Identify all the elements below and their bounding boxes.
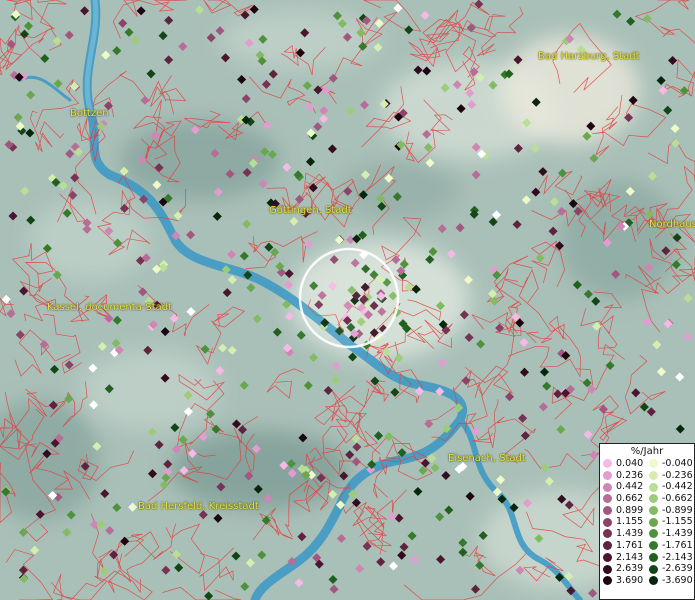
- place-label-bad-hersfeld: Bad Hersfeld, Kreisstadt: [138, 501, 259, 512]
- legend-entry-positive: 0.236: [600, 470, 646, 482]
- legend-value: -1.155: [662, 516, 693, 528]
- legend-swatch: [603, 494, 612, 504]
- legend-row: 3.690 -3.690: [600, 575, 694, 587]
- legend-value: -0.236: [662, 469, 693, 481]
- legend-value: 1.155: [616, 516, 644, 528]
- legend-row: 1.155 -1.155: [600, 516, 694, 528]
- legend-value: 1.761: [616, 539, 644, 551]
- place-label-bad-harzburg: Bad Harzburg, Stadt: [538, 51, 640, 62]
- legend-value: 2.143: [616, 551, 644, 563]
- legend-value: 2.639: [616, 563, 644, 575]
- legend-swatch: [649, 506, 658, 516]
- search-circle[interactable]: [298, 247, 400, 349]
- legend-value: 0.442: [616, 481, 644, 493]
- legend-entry-positive: 2.143: [600, 552, 646, 564]
- legend-swatch: [603, 552, 612, 562]
- legend-entry-negative: -1.155: [646, 516, 693, 528]
- place-label-kassel: Kassel, documenta-Stadt: [47, 302, 173, 313]
- legend-swatch: [649, 552, 658, 562]
- legend-value: -3.690: [662, 574, 693, 586]
- legend-row: 0.662 -0.662: [600, 493, 694, 505]
- legend-swatch: [649, 517, 658, 527]
- legend-entry-positive: 0.899: [600, 505, 646, 517]
- legend-swatch: [649, 541, 658, 551]
- legend-swatch: [603, 576, 612, 586]
- legend-entry-positive: 2.639: [600, 563, 646, 575]
- place-label-goettingen: Göttingen, Stadt: [269, 205, 352, 216]
- legend-swatch: [649, 576, 658, 586]
- legend-swatch: [603, 459, 612, 469]
- legend-value: 0.236: [616, 469, 644, 481]
- legend-row: 2.639 -2.639: [600, 563, 694, 575]
- legend-row: 0.442 -0.442: [600, 481, 694, 493]
- legend-value: 0.899: [616, 504, 644, 516]
- map-canvas[interactable]: [0, 0, 695, 600]
- legend-entry-negative: -2.143: [646, 551, 693, 564]
- legend-value: -1.761: [662, 539, 693, 551]
- legend-swatch: [649, 564, 658, 574]
- legend-swatch: [649, 459, 658, 469]
- legend-swatch: [603, 482, 612, 492]
- legend-value: -0.662: [662, 493, 693, 505]
- legend-row: 0.040 -0.040: [600, 458, 694, 470]
- legend-entry-negative: -1.439: [646, 528, 693, 540]
- legend-value: 1.439: [616, 528, 644, 540]
- legend-swatch: [603, 529, 612, 539]
- place-label-bottzen: Bottzen: [70, 108, 109, 119]
- legend-value: -0.442: [662, 481, 693, 493]
- legend-row: 2.143 -2.143: [600, 552, 694, 564]
- legend-entry-negative: -0.040: [646, 458, 693, 470]
- legend-value: 0.040: [616, 458, 644, 469]
- legend-entry-negative: -3.690: [646, 574, 693, 587]
- legend-entry-negative: -1.761: [646, 539, 693, 552]
- legend-row: 0.236 -0.236: [600, 470, 694, 482]
- legend-value: -1.439: [662, 528, 693, 540]
- map-legend: %/Jahr 0.040 -0.040 0.236 -0.236 0.442 -0.442…: [599, 443, 695, 600]
- legend-entry-positive: 1.155: [600, 516, 646, 528]
- legend-entry-negative: -0.662: [646, 493, 693, 505]
- legend-value: -2.639: [662, 563, 693, 575]
- legend-entry-positive: 1.439: [600, 528, 646, 540]
- legend-row: 1.761 -1.761: [600, 540, 694, 552]
- legend-entry-positive: 0.662: [600, 493, 646, 505]
- legend-entry-positive: 1.761: [600, 540, 646, 552]
- legend-value: -0.040: [662, 458, 693, 469]
- legend-entry-negative: -0.442: [646, 481, 693, 493]
- legend-row: 0.899 -0.899: [600, 505, 694, 517]
- place-label-eisenach: Eisenach, Stadt: [448, 453, 526, 464]
- legend-entry-negative: -0.899: [646, 504, 693, 517]
- legend-swatch: [603, 506, 612, 516]
- legend-swatch: [649, 529, 658, 539]
- legend-entry-positive: 3.690: [600, 575, 646, 587]
- legend-swatch: [603, 471, 612, 481]
- legend-swatch: [649, 471, 658, 481]
- legend-value: -0.899: [662, 504, 693, 516]
- legend-value: 3.690: [616, 574, 644, 586]
- legend-row: 1.439 -1.439: [600, 528, 694, 540]
- legend-entry-negative: -2.639: [646, 563, 693, 575]
- legend-swatch: [649, 482, 658, 492]
- legend-entry-negative: -0.236: [646, 469, 693, 482]
- legend-title: %/Jahr: [630, 446, 664, 457]
- legend-swatch: [603, 541, 612, 551]
- legend-value: 0.662: [616, 493, 644, 505]
- legend-swatch: [603, 564, 612, 574]
- legend-entry-positive: 0.040: [600, 458, 646, 470]
- legend-value: -2.143: [662, 551, 693, 563]
- place-label-nordhaus: Nordhaus: [649, 219, 695, 230]
- legend-entry-positive: 0.442: [600, 481, 646, 493]
- legend-swatch: [649, 494, 658, 504]
- legend-swatch: [603, 517, 612, 527]
